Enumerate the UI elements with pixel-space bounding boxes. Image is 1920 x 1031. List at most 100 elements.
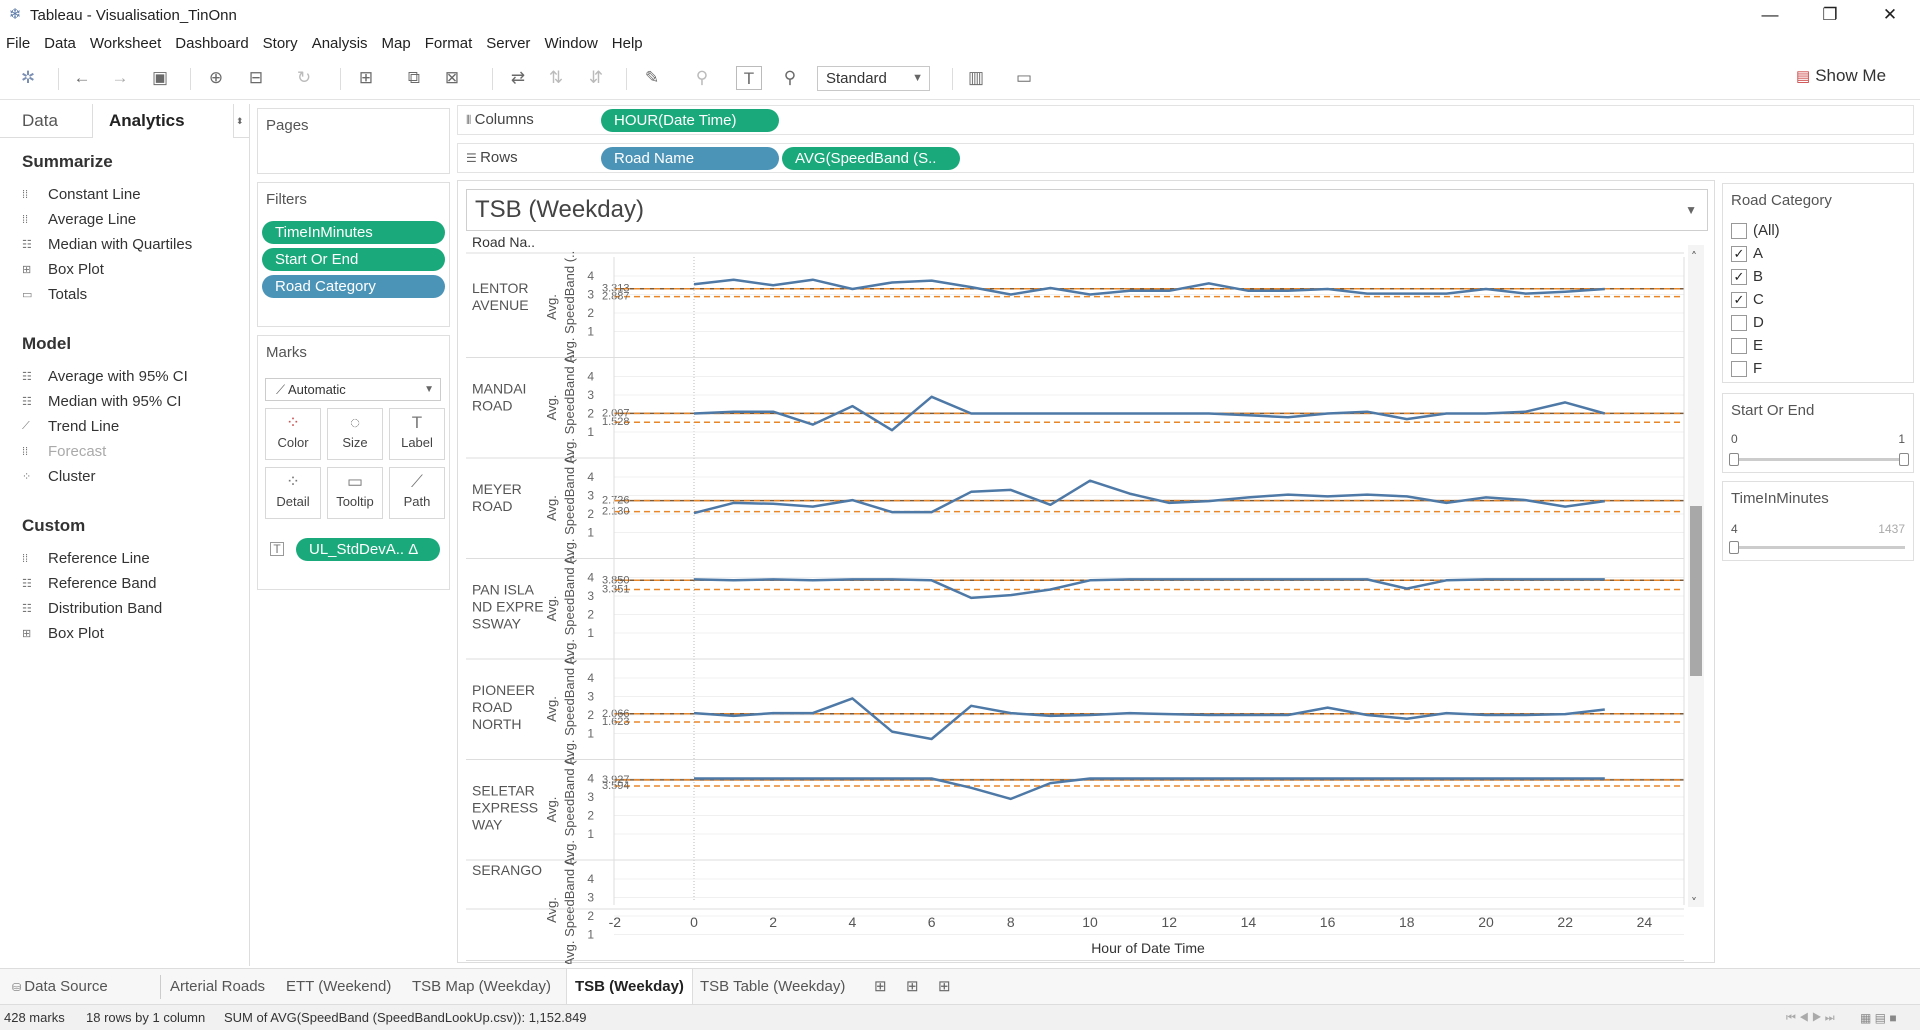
analytics-trend-line[interactable]: ⟋ Trend Line	[22, 418, 119, 435]
menu-map[interactable]: Map	[382, 35, 411, 52]
marks-tooltip-button[interactable]: ▭ Tooltip	[327, 467, 383, 519]
clear-sheet-icon[interactable]: ⊠	[440, 66, 464, 90]
columns-pill-hour[interactable]: HOUR(Date Time)	[601, 109, 779, 132]
checkbox-checked-icon[interactable]: ✓	[1731, 268, 1747, 285]
marks-label-button[interactable]: T Label	[389, 408, 445, 460]
checkbox-icon[interactable]	[1731, 222, 1747, 239]
checkbox-icon[interactable]	[1731, 314, 1747, 331]
redo-icon[interactable]: →	[108, 66, 132, 90]
analytics-forecast[interactable]: ⁞⁞ Forecast	[22, 443, 106, 460]
road-category-option-label: C	[1753, 291, 1764, 308]
minimize-icon[interactable]: —	[1740, 0, 1800, 30]
new-worksheet-tab-icon[interactable]: ⊞	[866, 969, 895, 1005]
filters-card[interactable]: Filters TimeInMinutes Start Or End Road …	[257, 182, 450, 327]
new-dashboard-tab-icon[interactable]: ⊞	[898, 969, 927, 1005]
start-or-end-high-handle[interactable]	[1899, 453, 1909, 466]
analytics-totals[interactable]: ▭ Totals	[22, 286, 87, 303]
filter-pill-road-category[interactable]: Road Category	[262, 275, 445, 298]
new-worksheet-icon[interactable]: ⊞	[354, 66, 378, 90]
marks-detail-button[interactable]: ⁘ Detail	[265, 467, 321, 519]
show-cards-icon[interactable]: ▥	[964, 66, 988, 90]
mark-type-select[interactable]: ⟋ Automatic ▼	[265, 378, 441, 401]
analytics-average-line[interactable]: ⁞⁞ Average Line	[22, 211, 136, 228]
menu-file[interactable]: File	[6, 35, 30, 52]
tab-tsb-table-weekday[interactable]: TSB Table (Weekday)	[692, 969, 853, 1005]
pause-updates-icon[interactable]: ⊟	[244, 66, 268, 90]
fit-mode-select[interactable]: Standard ▼	[817, 66, 930, 91]
timeinminutes-low-handle[interactable]	[1729, 541, 1739, 554]
road-category-option[interactable]: F	[1731, 360, 1762, 377]
road-category-option[interactable]: ✓ B	[1731, 268, 1763, 285]
tab-analytics[interactable]: Analytics	[92, 104, 234, 138]
refresh-icon[interactable]: ↻	[292, 66, 316, 90]
analytics-median-quartiles[interactable]: ☷ Median with Quartiles	[22, 236, 192, 253]
fix-axes-icon[interactable]: ⚲	[778, 66, 802, 90]
road-category-option[interactable]: ✓ A	[1731, 245, 1763, 262]
filter-pill-start-or-end[interactable]: Start Or End	[262, 248, 445, 271]
tab-navigation-icons[interactable]: ⏮ ◀ ▶ ⏭	[1786, 1005, 1835, 1031]
new-story-tab-icon[interactable]: ⊞	[930, 969, 959, 1005]
tab-data[interactable]: Data	[22, 104, 58, 138]
marks-path-button[interactable]: ⟋ Path	[389, 467, 445, 519]
menu-worksheet[interactable]: Worksheet	[90, 35, 161, 52]
close-icon[interactable]: ✕	[1860, 0, 1920, 30]
view-mode-icons[interactable]: ▦ ▤ ■	[1860, 1005, 1897, 1031]
analytics-box-plot[interactable]: ⊞ Box Plot	[22, 261, 104, 278]
show-me-button[interactable]: ▤ Show Me	[1796, 66, 1886, 86]
marks-pill-ul-stddev[interactable]: UL_StdDevA.. Δ	[296, 538, 440, 561]
analytics-median-ci[interactable]: ☷ Median with 95% CI	[22, 393, 181, 410]
sort-descending-icon[interactable]: ⇵	[584, 66, 608, 90]
new-data-source-icon[interactable]: ⊕	[204, 66, 228, 90]
tab-data-source[interactable]: ⛁ Data Source	[4, 969, 116, 1005]
analytics-average-ci[interactable]: ☷ Average with 95% CI	[22, 368, 188, 385]
road-category-option[interactable]: (All)	[1731, 222, 1780, 239]
save-icon[interactable]: ▣	[148, 66, 172, 90]
menu-window[interactable]: Window	[544, 35, 597, 52]
analytics-cluster[interactable]: ⁘ Cluster	[22, 468, 96, 485]
analytics-constant-line[interactable]: ⁞⁞ Constant Line	[22, 186, 141, 203]
tab-arterial-roads[interactable]: Arterial Roads	[162, 969, 273, 1005]
checkbox-icon[interactable]	[1731, 337, 1747, 354]
start-or-end-slider[interactable]	[1729, 453, 1909, 466]
pane-menu-icon[interactable]: ⬍	[236, 104, 244, 138]
tab-ett-weekend[interactable]: ETT (Weekend)	[278, 969, 399, 1005]
line-chart[interactable]: Road Na..LENTORAVENUE Avg. Avg. SpeedBand …	[458, 181, 1716, 964]
highlight-icon[interactable]: ✎	[640, 66, 664, 90]
marks-color-button[interactable]: ⁘ Color	[265, 408, 321, 460]
analytics-distribution-band[interactable]: ☷ Distribution Band	[22, 600, 162, 617]
road-category-option[interactable]: E	[1731, 337, 1763, 354]
rows-pill-road-name[interactable]: Road Name	[601, 147, 779, 170]
tab-tsb-map-weekday[interactable]: TSB Map (Weekday)	[404, 969, 559, 1005]
duplicate-sheet-icon[interactable]: ⧉	[402, 66, 426, 90]
swap-rows-columns-icon[interactable]: ⇄	[506, 66, 530, 90]
road-category-option[interactable]: D	[1731, 314, 1764, 331]
analytics-custom-box-plot[interactable]: ⊞ Box Plot	[22, 625, 104, 642]
menu-story[interactable]: Story	[263, 35, 298, 52]
presentation-mode-icon[interactable]: ▭	[1012, 66, 1036, 90]
menu-analysis[interactable]: Analysis	[312, 35, 368, 52]
pages-card[interactable]: Pages	[257, 108, 450, 174]
show-mark-labels-icon[interactable]: T	[736, 66, 762, 90]
marks-size-button[interactable]: ◌ Size	[327, 408, 383, 460]
menu-format[interactable]: Format	[425, 35, 473, 52]
tableau-home-icon[interactable]: ✲	[16, 66, 40, 90]
rows-pill-avg-speedband[interactable]: AVG(SpeedBand (S..	[782, 147, 960, 170]
menu-dashboard[interactable]: Dashboard	[175, 35, 248, 52]
restore-icon[interactable]: ❐	[1800, 0, 1860, 30]
undo-icon[interactable]: ←	[70, 66, 94, 90]
group-members-icon[interactable]: ⚲	[690, 66, 714, 90]
start-or-end-low-handle[interactable]	[1729, 453, 1739, 466]
menu-help[interactable]: Help	[612, 35, 643, 52]
filter-pill-timeinminutes[interactable]: TimeInMinutes	[262, 221, 445, 244]
menu-server[interactable]: Server	[486, 35, 530, 52]
tab-tsb-weekday[interactable]: TSB (Weekday)	[566, 969, 693, 1005]
analytics-reference-band[interactable]: ☷ Reference Band	[22, 575, 156, 592]
menu-data[interactable]: Data	[44, 35, 76, 52]
analytics-reference-line[interactable]: ⁞⁞ Reference Line	[22, 550, 150, 567]
sort-ascending-icon[interactable]: ⇅	[544, 66, 568, 90]
road-category-option[interactable]: ✓ C	[1731, 291, 1764, 308]
timeinminutes-slider[interactable]	[1729, 541, 1905, 554]
checkbox-checked-icon[interactable]: ✓	[1731, 245, 1747, 262]
checkbox-checked-icon[interactable]: ✓	[1731, 291, 1747, 308]
checkbox-icon[interactable]	[1731, 360, 1747, 377]
